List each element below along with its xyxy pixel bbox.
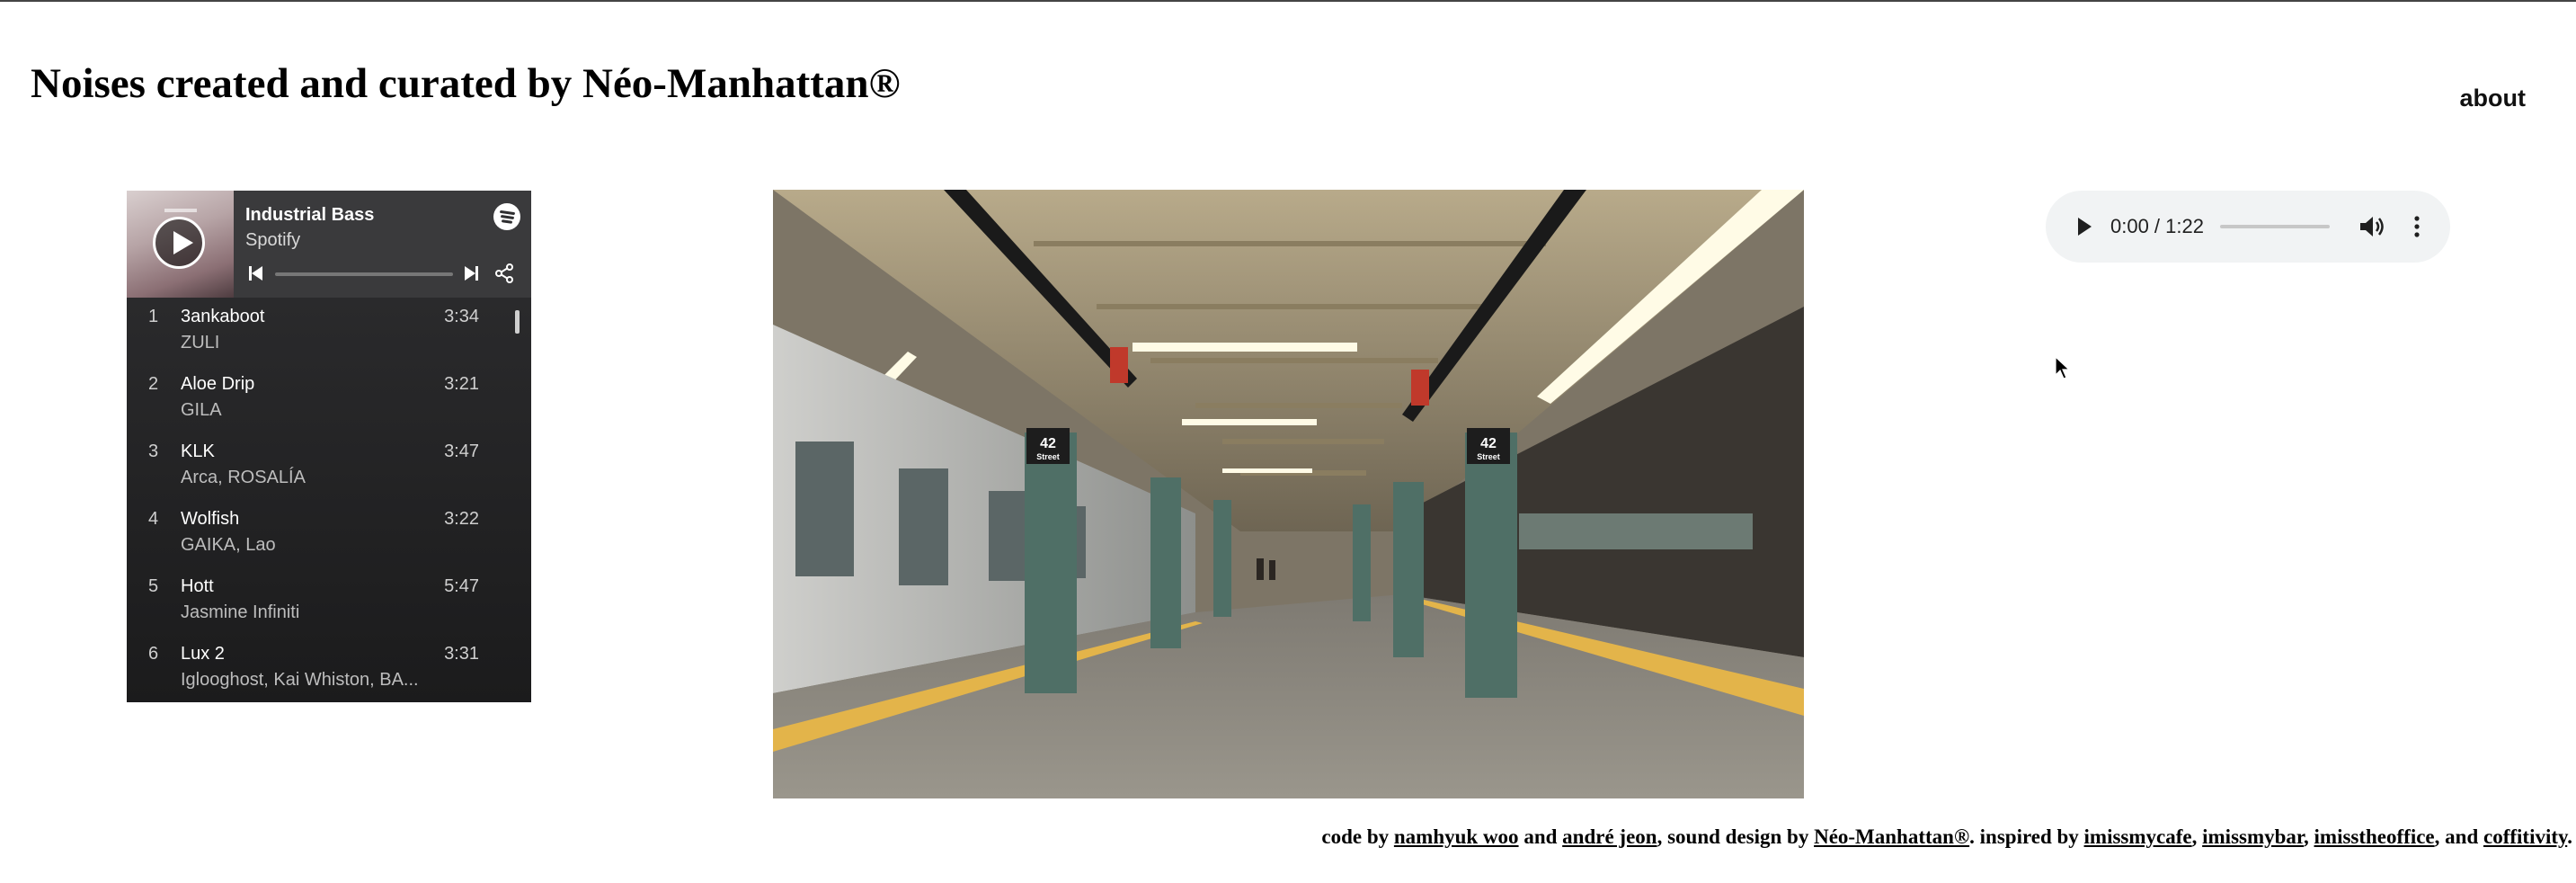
credits-text: code by bbox=[1321, 825, 1394, 848]
track-number: 2 bbox=[148, 374, 159, 394]
track-name: Wolfish bbox=[181, 509, 240, 529]
credits-text: . inspired by bbox=[1969, 825, 2084, 848]
inspiration-link-coffitivity[interactable]: coffitivity bbox=[2483, 825, 2567, 848]
track-duration: 3:22 bbox=[444, 509, 479, 529]
credits-text: , bbox=[2304, 825, 2314, 848]
spotify-header: Industrial Bass Spotify bbox=[127, 191, 531, 298]
spotify-embed: Industrial Bass Spotify 1 3ankaboot ZULI… bbox=[127, 191, 531, 702]
track-duration: 3:31 bbox=[444, 644, 479, 664]
track-list: 1 3ankaboot ZULI 3:34 2 Aloe Drip GILA 3… bbox=[127, 298, 531, 702]
audio-seek-bar[interactable] bbox=[2220, 225, 2330, 228]
track-row[interactable]: 5 Hott Jasmine Infiniti 5:47 bbox=[127, 567, 504, 635]
track-artist: ZULI bbox=[181, 333, 220, 352]
previous-track-icon[interactable] bbox=[249, 266, 263, 281]
track-artist: Iglooghost, Kai Whiston, BA... bbox=[181, 670, 419, 690]
album-cover-label bbox=[164, 209, 197, 212]
credits-text: , and bbox=[2434, 825, 2483, 848]
svg-text:42: 42 bbox=[1040, 436, 1056, 451]
credits-text: . bbox=[2567, 825, 2572, 848]
track-number: 1 bbox=[148, 307, 159, 326]
author-link-andre-jeon[interactable]: andré jeon bbox=[1562, 825, 1657, 848]
track-row[interactable]: 3 KLK Arca, ROSALÍA 3:47 bbox=[127, 433, 504, 500]
svg-text:42: 42 bbox=[1480, 436, 1497, 451]
track-name: KLK bbox=[181, 442, 215, 461]
about-link[interactable]: about bbox=[2460, 85, 2527, 112]
credits-text: and bbox=[1518, 825, 1563, 848]
credits-text: , sound design by bbox=[1657, 825, 1815, 848]
inspiration-link-imisstheoffice[interactable]: imisstheoffice bbox=[2314, 825, 2435, 848]
credits-text: , bbox=[2191, 825, 2203, 848]
track-duration: 5:47 bbox=[444, 576, 479, 596]
track-name: 3ankaboot bbox=[181, 307, 265, 326]
inspiration-link-imissmycafe[interactable]: imissmycafe bbox=[2084, 825, 2192, 848]
subway-platform-illustration: 42 Street 42 Street bbox=[773, 190, 1804, 798]
track-row[interactable]: 1 3ankaboot ZULI 3:34 bbox=[127, 298, 504, 365]
svg-text:Street: Street bbox=[1036, 452, 1060, 461]
page-title: Noises created and curated by Néo-Manhat… bbox=[31, 60, 901, 107]
track-name: Lux 2 bbox=[181, 644, 225, 664]
spotify-logo-icon[interactable] bbox=[493, 203, 520, 230]
credits-footer: code by namhyuk woo and andré jeon, soun… bbox=[1321, 825, 2572, 849]
mouse-cursor-icon bbox=[2055, 356, 2071, 379]
track-number: 6 bbox=[148, 644, 159, 664]
playlist-source[interactable]: Spotify bbox=[245, 230, 300, 251]
top-border bbox=[0, 0, 2576, 2]
inspiration-link-imissmybar[interactable]: imissmybar bbox=[2202, 825, 2304, 848]
track-artist: GILA bbox=[181, 400, 222, 420]
scrollbar[interactable] bbox=[515, 310, 520, 334]
track-number: 4 bbox=[148, 509, 159, 529]
play-icon[interactable] bbox=[153, 217, 205, 269]
track-name: Aloe Drip bbox=[181, 374, 255, 394]
volume-icon[interactable] bbox=[2358, 214, 2385, 239]
track-artist: GAIKA, Lao bbox=[181, 535, 276, 555]
track-name: Hott bbox=[181, 576, 214, 596]
play-icon[interactable] bbox=[2078, 218, 2092, 236]
track-number: 5 bbox=[148, 576, 159, 596]
more-options-icon[interactable] bbox=[2414, 214, 2420, 239]
author-link-namhyuk-woo[interactable]: namhyuk woo bbox=[1394, 825, 1519, 848]
track-duration: 3:47 bbox=[444, 442, 479, 461]
audio-player: 0:00 / 1:22 bbox=[2046, 191, 2450, 263]
track-row[interactable]: 4 Wolfish GAIKA, Lao 3:22 bbox=[127, 500, 504, 567]
track-artist: Arca, ROSALÍA bbox=[181, 468, 306, 487]
album-cover-image bbox=[127, 191, 234, 298]
share-icon[interactable] bbox=[493, 263, 515, 284]
track-progress-bar[interactable] bbox=[275, 272, 453, 276]
track-duration: 3:21 bbox=[444, 374, 479, 394]
subway-platform-photo: 42 Street 42 Street bbox=[773, 190, 1804, 798]
audio-time: 0:00 / 1:22 bbox=[2110, 215, 2204, 237]
track-artist: Jasmine Infiniti bbox=[181, 602, 300, 622]
track-row[interactable]: 2 Aloe Drip GILA 3:21 bbox=[127, 365, 504, 433]
track-row[interactable]: 6 Lux 2 Iglooghost, Kai Whiston, BA... 3… bbox=[127, 635, 504, 702]
sound-design-link[interactable]: Néo-Manhattan® bbox=[1814, 825, 1969, 848]
track-duration: 3:34 bbox=[444, 307, 479, 326]
next-track-icon[interactable] bbox=[465, 266, 479, 281]
playlist-title[interactable]: Industrial Bass bbox=[245, 205, 374, 226]
track-number: 3 bbox=[148, 442, 159, 461]
svg-text:Street: Street bbox=[1477, 452, 1500, 461]
